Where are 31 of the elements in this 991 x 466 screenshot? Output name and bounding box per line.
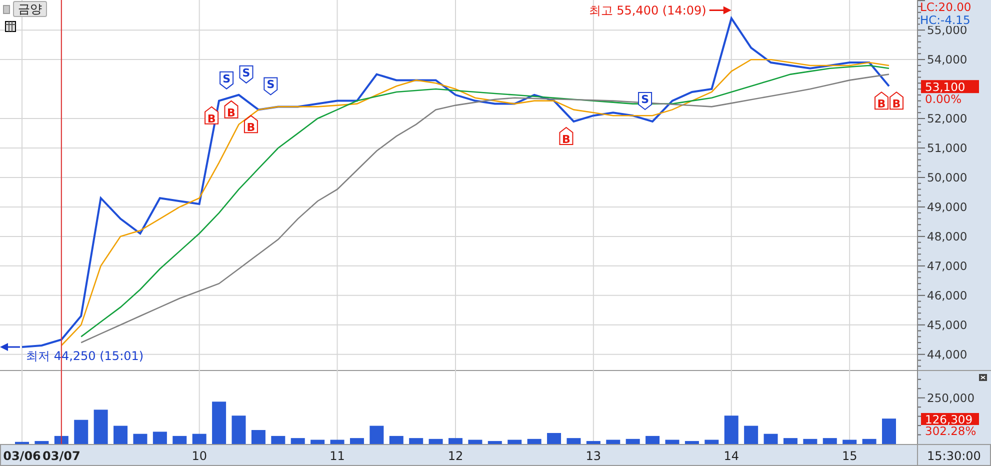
axis-label: 54,000 — [927, 52, 968, 67]
axis-label: 47,000 — [927, 258, 968, 273]
date-label: 15 — [842, 449, 858, 463]
date-label: 03/06 — [3, 449, 41, 463]
high-price-label: 최고 55,400 (14:09) — [588, 3, 706, 18]
time-label: 15:30:00 — [927, 449, 981, 463]
current-price-badge: 53,100 — [921, 80, 979, 94]
axis-label: 250,000 — [927, 390, 975, 405]
axis-label: 50,000 — [927, 170, 968, 184]
axis-label: 51,000 — [927, 141, 968, 155]
axis-label: 44,000 — [927, 347, 968, 362]
axis-label: 52,000 — [927, 112, 968, 126]
sell-signal-marker: S — [220, 71, 234, 90]
current-volume-badge: 126,309 — [921, 412, 979, 426]
axis-label: 49,000 — [927, 200, 968, 214]
axis-label: 48,000 — [927, 229, 968, 244]
date-label: 03/07 — [42, 449, 80, 463]
sell-signal-marker: S — [638, 92, 652, 110]
date-label: 12 — [448, 449, 464, 463]
axis-label: 46,000 — [927, 288, 968, 302]
sell-signal-marker: S — [264, 77, 278, 96]
sell-signal-marker: S — [239, 65, 254, 84]
date-label: 11 — [330, 449, 345, 463]
axis-label: 45,000 — [927, 318, 968, 332]
change-percent: 0.00% — [925, 92, 962, 106]
date-label: 13 — [586, 449, 602, 463]
date-label: 14 — [724, 449, 739, 463]
hc-value: HC:-4.15 — [920, 13, 970, 27]
change-percent: 302.28% — [925, 424, 976, 438]
lc-value: LC:20.00 — [920, 0, 972, 14]
date-label: 10 — [192, 449, 207, 463]
